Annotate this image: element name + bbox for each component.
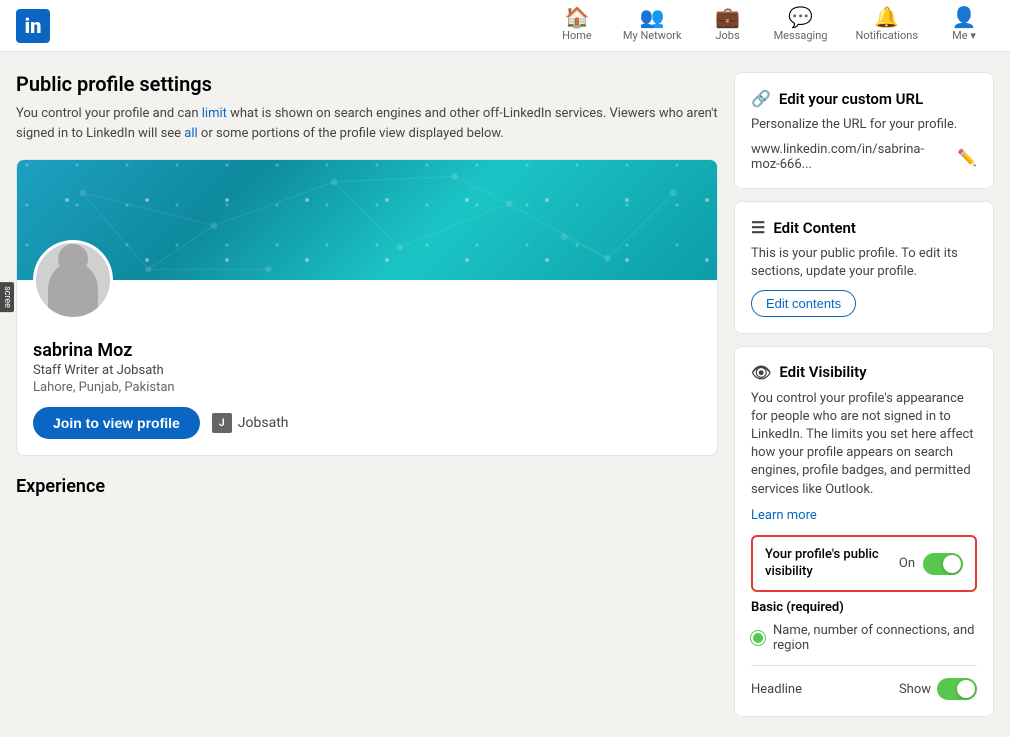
edit-visibility-title-text: Edit Visibility [779, 363, 866, 381]
custom-url-card: 🔗 Edit your custom URL Personalize the U… [734, 72, 994, 189]
basic-section: Basic (required) Name, number of connect… [751, 600, 977, 700]
jobsath-label: Jobsath [238, 415, 289, 431]
profile-card: sabrina Moz Staff Writer at Jobsath Laho… [16, 159, 718, 456]
avatar-head [58, 244, 88, 274]
edit-url-icon[interactable]: ✏️ [957, 148, 977, 167]
headline-show-text: Show [899, 682, 931, 697]
profile-banner [17, 160, 717, 280]
nav-jobs-label: Jobs [715, 29, 739, 42]
green-dot-connections [751, 631, 765, 645]
main-nav: 🏠 Home 👥 My Network 💼 Jobs 💬 Messaging 🔔… [547, 0, 994, 52]
basic-item-connections-text: Name, number of connections, and region [773, 623, 977, 653]
nav-notifications-label: Notifications [855, 29, 918, 42]
page-title: Public profile settings [16, 72, 718, 96]
headline-toggle[interactable] [937, 678, 977, 700]
nav-home-label: Home [562, 29, 592, 42]
toggle-on-text: On [899, 556, 915, 571]
jobsath-link[interactable]: J Jobsath [212, 413, 289, 433]
toggle-label: Your profile's public visibility [765, 547, 899, 581]
desc-link-limit[interactable]: limit [202, 106, 227, 121]
basic-item-connections: Name, number of connections, and region [751, 623, 977, 653]
profile-location: Lahore, Punjab, Pakistan [33, 380, 701, 395]
desc-text-3: or some portions of the profile view dis… [198, 126, 504, 141]
notifications-icon: 🔔 [874, 7, 899, 27]
side-indicator: scree [0, 282, 14, 312]
jobs-icon: 💼 [715, 7, 740, 27]
headline-toggle-group: Show [899, 678, 977, 700]
experience-title: Experience [16, 476, 718, 497]
avatar-figure [48, 262, 98, 317]
avatar [33, 240, 113, 320]
jobsath-icon: J [212, 413, 232, 433]
experience-section: Experience [16, 476, 718, 497]
nav-jobs[interactable]: 💼 Jobs [698, 0, 758, 52]
nav-my-network[interactable]: 👥 My Network [611, 0, 694, 52]
edit-content-title-text: Edit Content [773, 219, 856, 237]
nav-notifications[interactable]: 🔔 Notifications [843, 0, 930, 52]
right-panel: 🔗 Edit your custom URL Personalize the U… [734, 72, 994, 717]
edit-visibility-description: You control your profile's appearance fo… [751, 390, 977, 499]
nav-messaging-label: Messaging [774, 29, 828, 42]
network-icon: 👥 [640, 7, 665, 27]
public-visibility-toggle[interactable] [923, 553, 963, 575]
link-icon: 🔗 [751, 89, 771, 108]
custom-url-description: Personalize the URL for your profile. [751, 116, 977, 134]
me-icon: 👤 [952, 7, 977, 27]
profile-headline: Staff Writer at Jobsath [33, 363, 701, 378]
custom-url-title: 🔗 Edit your custom URL [751, 89, 977, 108]
url-row: www.linkedin.com/in/sabrina-moz-666... ✏… [751, 142, 977, 172]
join-to-view-button[interactable]: Join to view profile [33, 407, 200, 439]
desc-link-all[interactable]: all [184, 126, 197, 141]
headline-row: Headline Show [751, 678, 977, 700]
custom-url-title-text: Edit your custom URL [779, 90, 923, 108]
nav-messaging[interactable]: 💬 Messaging [762, 0, 840, 52]
edit-content-icon: ☰ [751, 218, 765, 237]
edit-visibility-card: 👁 Edit Visibility You control your profi… [734, 346, 994, 718]
profile-info: sabrina Moz Staff Writer at Jobsath Laho… [33, 340, 701, 439]
nav-me-label: Me ▾ [952, 29, 976, 42]
learn-more-link[interactable]: Learn more [751, 508, 817, 523]
page-title-section: Public profile settings You control your… [16, 72, 718, 143]
edit-content-description: This is your public profile. To edit its… [751, 245, 977, 281]
url-text: www.linkedin.com/in/sabrina-moz-666... [751, 142, 949, 172]
messaging-icon: 💬 [788, 7, 813, 27]
main-container: Public profile settings You control your… [0, 52, 1010, 737]
edit-content-card: ☰ Edit Content This is your public profi… [734, 201, 994, 333]
desc-text-1: You control your profile and can [16, 106, 202, 121]
basic-label: Basic (required) [751, 600, 977, 615]
edit-contents-button[interactable]: Edit contents [751, 290, 856, 317]
toggle-thumb [943, 555, 961, 573]
nav-me[interactable]: 👤 Me ▾ [934, 0, 994, 52]
home-icon: 🏠 [564, 7, 589, 27]
public-visibility-toggle-box: Your profile's public visibility On [751, 535, 977, 593]
profile-actions: Join to view profile J Jobsath [33, 407, 701, 439]
divider [751, 665, 977, 666]
toggle-right: On [899, 553, 963, 575]
edit-visibility-title: 👁 Edit Visibility [751, 363, 977, 382]
edit-content-title: ☰ Edit Content [751, 218, 977, 237]
left-panel: Public profile settings You control your… [16, 72, 718, 717]
header: in 🏠 Home 👥 My Network 💼 Jobs 💬 Messagin… [0, 0, 1010, 52]
page-description: You control your profile and can limit w… [16, 104, 718, 143]
nav-home[interactable]: 🏠 Home [547, 0, 607, 52]
headline-label: Headline [751, 682, 802, 697]
banner-network-svg [17, 160, 717, 280]
visibility-icon: 👁 [751, 363, 771, 382]
profile-name: sabrina Moz [33, 340, 701, 361]
profile-body: sabrina Moz Staff Writer at Jobsath Laho… [17, 280, 717, 455]
linkedin-logo[interactable]: in [16, 9, 50, 43]
nav-network-label: My Network [623, 29, 682, 42]
